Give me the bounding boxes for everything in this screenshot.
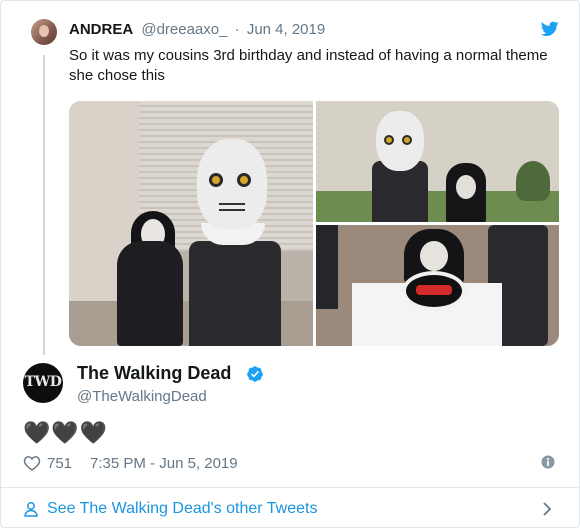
info-icon[interactable] — [541, 455, 555, 469]
heart-icon[interactable] — [23, 455, 41, 471]
tweet-embed-card: ANDREA @dreeaaxo_ · Jun 4, 2019 So it wa… — [0, 0, 580, 528]
header-separator: · — [234, 21, 240, 38]
see-other-tweets-label[interactable]: See The Walking Dead's other Tweets — [47, 500, 317, 518]
tweet-media-grid[interactable] — [69, 101, 559, 346]
avatar-logo-text: TWD — [24, 374, 62, 390]
reply-thread-line — [43, 55, 45, 355]
quoted-user-avatar[interactable] — [31, 19, 57, 45]
tweet-timestamp[interactable]: 7:35 PM - Jun 5, 2019 — [90, 455, 238, 472]
author-name[interactable]: The Walking Dead — [77, 363, 231, 384]
like-count[interactable]: 751 — [47, 455, 72, 472]
see-other-tweets-link[interactable]: See The Walking Dead's other Tweets — [23, 497, 317, 521]
author-handle[interactable]: @TheWalkingDead — [77, 388, 207, 405]
quoted-tweet-header: ANDREA @dreeaaxo_ · Jun 4, 2019 — [69, 21, 325, 38]
media-photo-2[interactable] — [316, 101, 559, 222]
tweet-text: 🖤🖤🖤 — [23, 420, 109, 445]
author-avatar[interactable]: TWD — [23, 363, 63, 403]
media-photo-3[interactable] — [316, 225, 559, 346]
user-icon — [24, 502, 38, 517]
quoted-tweet-date[interactable]: Jun 4, 2019 — [247, 21, 325, 38]
quoted-user-handle[interactable]: @dreeaaxo_ — [141, 21, 227, 38]
footer-divider — [1, 487, 580, 488]
quoted-user-name[interactable]: ANDREA — [69, 21, 133, 38]
verified-icon — [247, 366, 263, 382]
quoted-tweet-text: So it was my cousins 3rd birthday and in… — [69, 47, 548, 84]
bird-icon[interactable] — [541, 21, 559, 37]
tweet-meta: 751 7:35 PM - Jun 5, 2019 — [23, 453, 238, 473]
media-photo-1[interactable] — [69, 101, 313, 346]
chevron-right-icon[interactable] — [541, 501, 553, 517]
